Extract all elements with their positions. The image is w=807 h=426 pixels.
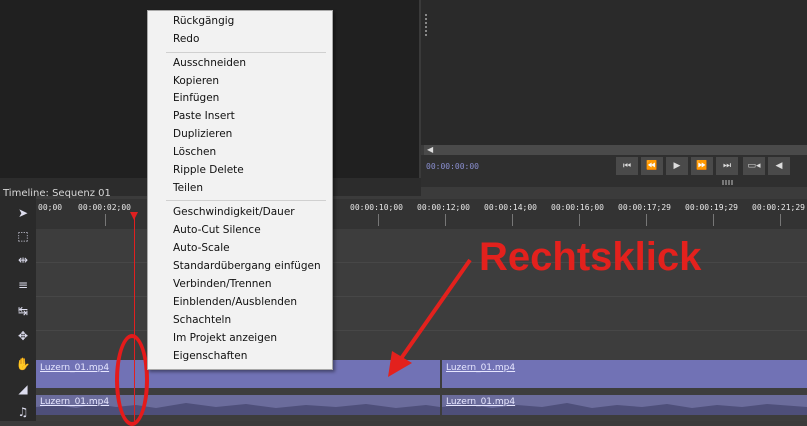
fast-forward-icon[interactable]: ⏩ [691,157,713,175]
menu-item-ripple-delete[interactable]: Ripple Delete [173,164,244,176]
ruler-tick [579,214,580,226]
ruler-label: 00;00 [38,203,63,212]
ruler-label: 00:00:10;00 [350,203,403,212]
ruler-label: 00:00:16;00 [551,203,604,212]
ruler-tick [512,214,513,226]
menu-item-paste[interactable]: Einfügen [173,92,219,104]
roll-tool-icon[interactable]: ≡ [14,276,32,294]
playhead-handle[interactable] [130,212,138,220]
transport-grip [722,180,734,185]
camera-icon[interactable]: ▭◂ [743,157,765,175]
menu-item-redo[interactable]: Redo [173,33,199,45]
ruler-label: 00:00:17;29 [618,203,671,212]
annotation-ellipse [115,334,149,426]
program-timecode[interactable]: 00:00:00:00 [426,162,479,171]
menu-item-default-transition[interactable]: Standardübergang einfügen [173,260,321,272]
hand-tool-icon[interactable]: ✋ [14,355,32,373]
menu-item-undo[interactable]: Rückgängig [173,15,234,27]
menu-item-duplicate[interactable]: Duplizieren [173,128,232,140]
clip-label: Luzern_01.mp4 [446,397,516,407]
clip-label: Luzern_01.mp4 [40,397,110,407]
pointer-tool-icon[interactable]: ➤ [14,204,32,222]
menu-item-fade-in-out[interactable]: Einblenden/Ausblenden [173,296,297,308]
play-icon[interactable]: ▶ [666,157,688,175]
menu-item-reveal-in-project[interactable]: Im Projekt anzeigen [173,332,277,344]
ruler-label: 00:00:14;00 [484,203,537,212]
ruler-tick [780,214,781,226]
zoom-tool-icon[interactable]: ◢ [14,380,32,398]
ruler-label: 00:00:19;29 [685,203,738,212]
menu-item-nest[interactable]: Schachteln [173,314,231,326]
go-to-start-icon[interactable]: ⏮ [616,157,638,175]
menu-item-paste-insert[interactable]: Paste Insert [173,110,235,122]
ruler-label: 00:00:21;29 [752,203,805,212]
ruler-tick [445,214,446,226]
ruler-tick [713,214,714,226]
menu-item-cut[interactable]: Ausschneiden [173,57,246,69]
menu-item-split[interactable]: Teilen [173,182,203,194]
panel-resize-grip[interactable] [425,14,427,36]
menu-item-delete[interactable]: Löschen [173,146,216,158]
annotation-arrow-icon [388,258,472,377]
program-monitor [421,0,807,145]
ruler-label: 00:00:02;00 [78,203,131,212]
menu-item-speed-duration[interactable]: Geschwindigkeit/Dauer [173,206,295,218]
audio-tool-icon[interactable]: ♫ [14,403,32,421]
slide-tool-icon[interactable]: ✥ [14,327,32,345]
ripple-tool-icon[interactable]: ⇹ [14,251,32,269]
menu-item-properties[interactable]: Eigenschaften [173,350,247,362]
menu-item-auto-scale[interactable]: Auto-Scale [173,242,230,254]
rewind-icon[interactable]: ⏪ [641,157,663,175]
menu-item-copy[interactable]: Kopieren [173,75,219,87]
ruler-tick [378,214,379,226]
marquee-tool-icon[interactable]: ⬚ [14,227,32,245]
menu-separator [166,200,326,201]
menu-item-auto-cut-silence[interactable]: Auto-Cut Silence [173,224,261,236]
slip-tool-icon[interactable]: ↹ [14,302,32,320]
ruler-tick [105,214,106,226]
menu-separator [166,52,326,53]
ruler-tick [646,214,647,226]
annotation-label: Rechtsklick [479,235,702,279]
go-to-end-icon[interactable]: ⏭ [716,157,738,175]
ruler-label: 00:00:12;00 [417,203,470,212]
audio-icon[interactable]: ◀ [768,157,790,175]
menu-item-link-unlink[interactable]: Verbinden/Trennen [173,278,272,290]
scroll-left-arrow-icon[interactable]: ◀ [427,145,433,155]
clip-label: Luzern_01.mp4 [40,363,110,373]
program-scrollbar[interactable] [424,145,807,155]
